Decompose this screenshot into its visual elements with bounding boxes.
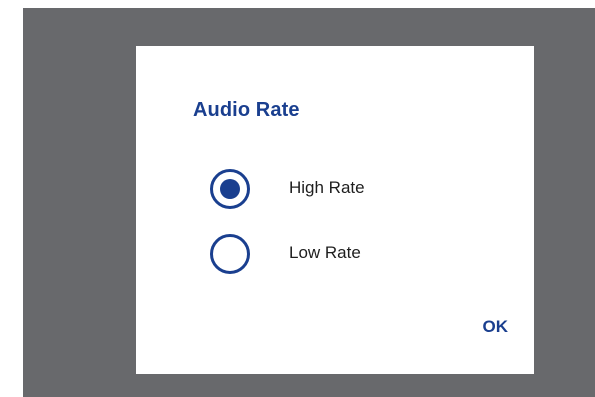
low-rate-option[interactable]: Low Rate: [208, 231, 468, 281]
dialog-scrim: Audio Rate High Rate Low Rate OK: [23, 8, 595, 397]
high-rate-label: High Rate: [289, 178, 365, 197]
high-rate-radio-button[interactable]: [208, 167, 256, 215]
radio-selected-dot-icon: [220, 179, 240, 199]
high-rate-option[interactable]: High Rate: [208, 166, 468, 216]
low-rate-radio-button[interactable]: [208, 232, 256, 280]
dialog-title: Audio Rate: [193, 99, 300, 121]
ok-button[interactable]: OK: [479, 313, 513, 341]
radio-ring-icon: [210, 234, 250, 274]
low-rate-label: Low Rate: [289, 243, 361, 262]
audio-rate-dialog: Audio Rate High Rate Low Rate OK: [136, 46, 534, 374]
